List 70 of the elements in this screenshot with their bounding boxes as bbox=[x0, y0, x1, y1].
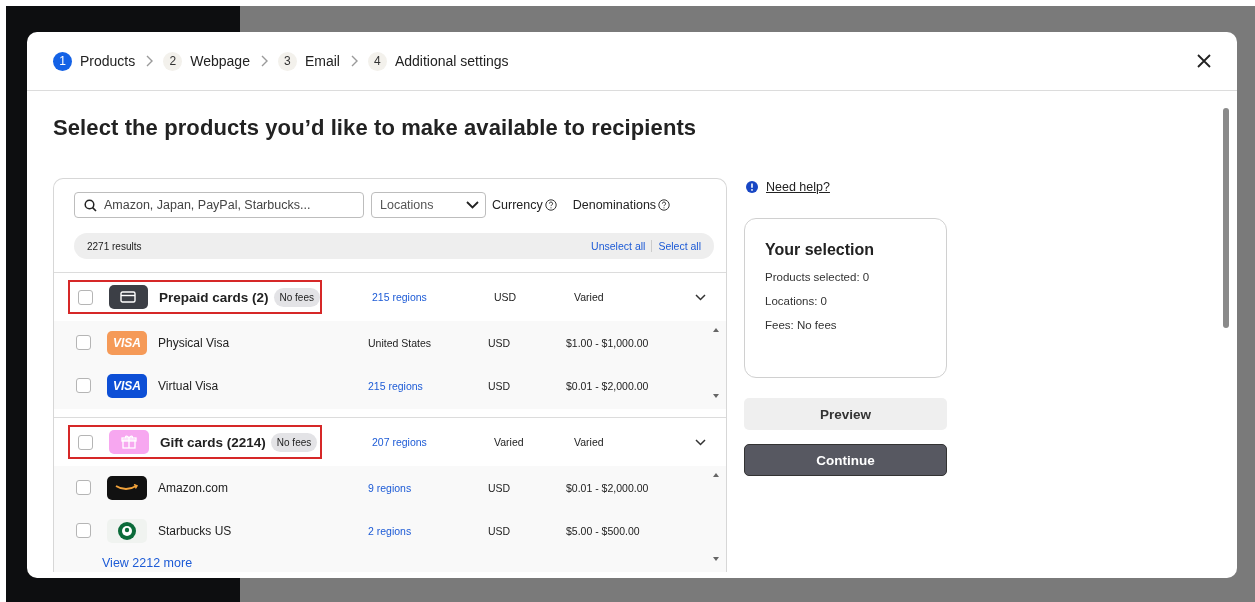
preview-button[interactable]: Preview bbox=[744, 398, 947, 430]
smile-arrow-logo bbox=[107, 475, 147, 500]
checkbox[interactable] bbox=[76, 335, 91, 350]
regions-link[interactable]: 215 regions bbox=[372, 291, 427, 303]
credit-card-icon bbox=[109, 285, 148, 309]
chevron-right-icon bbox=[349, 55, 358, 67]
search-box[interactable]: Amazon, Japan, PayPal, Starbucks... bbox=[74, 192, 364, 218]
denominations-value: $0.01 - $2,000.00 bbox=[566, 481, 649, 494]
help-link[interactable]: Need help? bbox=[766, 180, 830, 194]
summary-line: Products selected: 0 bbox=[765, 271, 871, 283]
chevron-icon[interactable] bbox=[695, 438, 706, 446]
checkbox[interactable] bbox=[76, 378, 91, 393]
denominations-value: Varied bbox=[574, 291, 604, 303]
currency-value: USD bbox=[494, 291, 517, 303]
card-logo: VISA bbox=[107, 373, 147, 398]
currency-value: Varied bbox=[494, 436, 524, 448]
fee-badge: No fees bbox=[273, 287, 320, 307]
regions-link[interactable]: 207 regions bbox=[372, 436, 427, 448]
unselect-all-link[interactable]: Unselect all bbox=[591, 240, 646, 252]
search-icon bbox=[84, 198, 97, 212]
round-logo bbox=[107, 518, 147, 543]
checkbox[interactable] bbox=[76, 480, 91, 495]
help-icon[interactable] bbox=[544, 199, 557, 211]
product-name: Virtual Visa bbox=[158, 378, 219, 393]
chevron-right-icon bbox=[145, 55, 154, 67]
denominations-value: $5.00 - $500.00 bbox=[566, 524, 640, 537]
scrollbar-thumb[interactable] bbox=[1223, 108, 1229, 328]
currency-value: USD bbox=[488, 336, 511, 349]
currency-value: USD bbox=[488, 379, 511, 392]
close-icon[interactable] bbox=[1197, 54, 1211, 68]
step-tab[interactable]: 1 Products bbox=[53, 51, 136, 71]
locations-dropdown[interactable]: Locations bbox=[371, 192, 486, 218]
currency-value: USD bbox=[488, 524, 511, 537]
chevron-down-icon bbox=[466, 201, 479, 209]
results-count: 2271 results bbox=[87, 240, 142, 252]
denominations-label: Denominations bbox=[572, 198, 657, 212]
product-name: Physical Visa bbox=[158, 335, 230, 350]
denominations-value: Varied bbox=[574, 436, 604, 448]
help-icon[interactable] bbox=[658, 199, 671, 211]
summary-line: Fees: No fees bbox=[765, 319, 838, 331]
chevron-right-icon bbox=[259, 55, 268, 67]
chevron-icon[interactable] bbox=[695, 293, 706, 301]
view-more-link[interactable]: View 2212 more bbox=[54, 552, 726, 570]
location-value: United States bbox=[368, 336, 432, 349]
info-icon bbox=[746, 181, 758, 193]
checkbox[interactable] bbox=[76, 523, 91, 538]
regions-link[interactable]: 215 regions bbox=[368, 379, 423, 392]
denominations-value: $0.01 - $2,000.00 bbox=[566, 379, 649, 392]
regions-link[interactable]: 9 regions bbox=[368, 481, 412, 494]
page-heading: Select the products you’d like to make available to recipients bbox=[53, 115, 698, 141]
gift-icon bbox=[109, 430, 149, 454]
card-logo: VISA bbox=[107, 330, 147, 355]
checkbox[interactable] bbox=[78, 289, 93, 305]
checkbox[interactable] bbox=[78, 434, 93, 450]
group-title: Gift cards (2214) bbox=[160, 434, 266, 450]
regions-link[interactable]: 2 regions bbox=[368, 524, 412, 537]
step-tab[interactable]: 3 Email bbox=[277, 51, 340, 71]
select-all-link[interactable]: Select all bbox=[658, 240, 701, 252]
group-title: Prepaid cards (2) bbox=[159, 289, 269, 305]
currency-label: Currency bbox=[492, 198, 543, 212]
continue-button[interactable]: Continue bbox=[744, 444, 947, 476]
fee-badge: No fees bbox=[270, 432, 318, 452]
step-tab[interactable]: 4 Additional settings bbox=[367, 51, 509, 71]
currency-value: USD bbox=[488, 481, 511, 494]
product-name: Amazon.com bbox=[158, 480, 229, 495]
product-name: Starbucks US bbox=[158, 523, 232, 538]
card-title: Your selection bbox=[765, 241, 876, 259]
step-tab[interactable]: 2 Webpage bbox=[163, 51, 250, 71]
denominations-value: $1.00 - $1,000.00 bbox=[566, 336, 649, 349]
summary-line: Locations: 0 bbox=[765, 295, 828, 307]
